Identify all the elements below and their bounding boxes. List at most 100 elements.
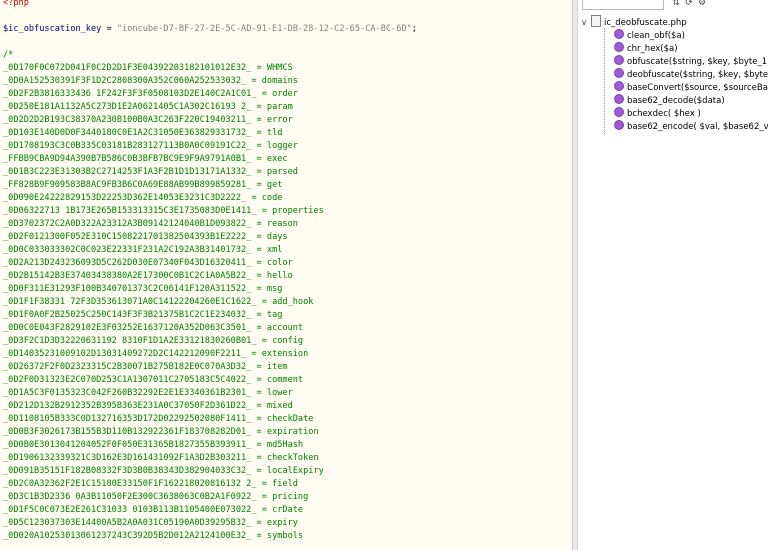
refresh-icon[interactable]: ⟳: [684, 0, 694, 8]
function-list-item[interactable]: obfuscate($string, $key, $byte_1 = 1: [614, 55, 768, 68]
function-list-item[interactable]: clean_obf($a): [614, 29, 768, 42]
root-file-label: ic_deobfuscate.php: [604, 18, 687, 28]
symbol-name: get: [266, 180, 283, 190]
symbol-hash: _0D2F2B3816333436 1F242F3F3F0508103D2E14…: [3, 89, 257, 99]
symbol-separator: =: [251, 232, 267, 242]
symbol-hash: _0D2C0A32362F2E1C15180E33150F1F162218020…: [3, 479, 257, 489]
symbol-name: checkDate: [266, 414, 314, 424]
function-list-item[interactable]: base62_decode($data): [614, 94, 768, 107]
symbol-hash: _0D091B35151F182B08332F3D3B0B38343D38290…: [3, 466, 252, 476]
chevron-down-icon[interactable]: ∨: [581, 17, 591, 30]
symbol-name: hello: [266, 271, 293, 281]
obfuscated-symbol-line: _0D5C123037303E14400A5B2A0A031C05190A0D3…: [3, 517, 298, 530]
symbol-separator: =: [251, 154, 267, 164]
key-variable: $ic_obfuscation_key: [3, 24, 102, 34]
symbol-name: tag: [266, 310, 283, 320]
obfuscated-symbol-line: _0D1F0A0F2B25025C250C143F3F3B21375B1C2C1…: [3, 309, 282, 322]
symbol-name: msg: [266, 284, 283, 294]
symbol-name: expiry: [266, 518, 298, 528]
function-list-item[interactable]: chr_hex($a): [614, 42, 768, 55]
key-equals: =: [101, 24, 117, 34]
function-label: deobfuscate($string, $key, $byte_1: [627, 70, 768, 80]
symbol-hash: _FFBB9CBA9D94A390B7B586C0B3BFB7BC9E9F9A9…: [3, 154, 252, 164]
obfuscated-symbol-line: _0D1906132339321C3D162E3D161431092F1A3D2…: [3, 452, 319, 465]
obfuscated-symbol-line: _0D1F1F38331 72F3D353613071A0C1412220426…: [3, 296, 313, 309]
obfuscated-symbol-line: _0D3F2C1D3D32220631192 8310F1D1A2E331218…: [3, 335, 303, 348]
function-icon: [614, 120, 624, 130]
obfuscated-symbol-line: _0D103E140D0D0F3440180C0E1A2C31050E36382…: [3, 127, 282, 140]
symbol-name: expiration: [266, 427, 319, 437]
function-icon: [614, 94, 624, 104]
symbol-name: crDate: [272, 505, 304, 515]
symbol-separator: =: [251, 401, 267, 411]
symbol-hash: _0D212D132B2912352B395B363E231A0C37050F2…: [3, 401, 252, 411]
sort-icon[interactable]: ⇅: [671, 0, 681, 8]
obfuscated-symbol-line: _0D14035231009102D13031409272D2C14221209…: [3, 348, 308, 361]
symbol-separator: =: [251, 271, 267, 281]
function-search-input[interactable]: [582, 0, 664, 10]
symbol-separator: =: [251, 128, 267, 138]
function-icon: [614, 68, 624, 78]
symbol-separator: =: [251, 141, 267, 151]
symbol-hash: _0D2F0D31323E2C070D253C1A1307011C2705183…: [3, 375, 252, 385]
function-label: baseConvert($source, $sourceBase,: [627, 83, 768, 93]
obfuscated-symbol-line: _0D020A10253013061237243C392D5B2D012A212…: [3, 530, 303, 543]
symbol-hash: _0D0F311E31293F100B340701373C2C06141F120…: [3, 284, 252, 294]
symbol-name: extension: [261, 349, 309, 359]
obfuscated-symbol-line: _0D212D132B2912352B395B363E231A0C37050F2…: [3, 400, 293, 413]
obfuscated-symbol-line: _0D26372F2F0D2323315C2B30071B275B182E0C0…: [3, 361, 288, 374]
obfuscated-symbol-line: _0D1108105B333C0D132716353D172D022925020…: [3, 413, 313, 426]
obfuscated-symbol-line: _0D1708193C3C0B335C03181B283127113B0A0C0…: [3, 140, 298, 153]
function-icon: [614, 81, 624, 91]
function-label: clean_obf($a): [627, 31, 685, 41]
settings-gear-icon[interactable]: ⚙: [697, 0, 707, 8]
symbol-hash: _0D020A10253013061237243C392D5B2D012A212…: [3, 531, 252, 541]
obfuscated-symbol-line: _FFBB9CBA9D94A390B7B586C0B3BFB7BC9E9F9A9…: [3, 153, 288, 166]
symbol-hash: _0D14035231009102D13031409272D2C14221209…: [3, 349, 247, 359]
obfuscated-symbol-line: _0D090E24222829153D22253D362E14053E3231C…: [3, 192, 282, 205]
function-list-item[interactable]: baseConvert($source, $sourceBase,: [614, 81, 768, 94]
symbol-separator: =: [251, 453, 267, 463]
symbol-name: checkToken: [266, 453, 319, 463]
symbol-separator: =: [251, 466, 267, 476]
function-icon: [614, 42, 624, 52]
symbol-separator: =: [251, 375, 267, 385]
symbol-separator: =: [251, 362, 267, 372]
function-icon: [614, 107, 624, 117]
obfuscated-symbol-line: _0D2B15142B3E37403438380A2E17300C0B1C2C1…: [3, 270, 293, 283]
symbol-name: days: [266, 232, 288, 242]
symbol-separator: =: [251, 167, 267, 177]
symbol-separator: =: [256, 206, 273, 216]
symbol-separator: =: [251, 518, 267, 528]
function-list-item[interactable]: bchexdec( $hex ): [614, 107, 768, 120]
symbol-hash: _0D1B3C223E31303B2C2714253F1A3F2B1D1D131…: [3, 167, 252, 177]
obfuscated-symbol-line: _0D3702372C2A0D322A23312A3B09142124040B1…: [3, 218, 298, 231]
symbol-separator: =: [246, 76, 262, 86]
symbol-hash: _0D090E24222829153D22253D362E14053E3231C…: [3, 193, 247, 203]
php-file-icon: [591, 15, 601, 27]
php-open-tag: <?php: [3, 0, 29, 8]
obfuscated-symbol-line: _0D2A213D243236093D5C262D030E07340F043D1…: [3, 257, 293, 270]
symbol-name: reason: [266, 219, 298, 229]
symbol-hash: _0D3702372C2A0D322A23312A3B09142124040B1…: [3, 219, 252, 229]
function-list-item[interactable]: base62_encode( $val, $base62_vals: [614, 120, 768, 133]
symbol-name: param: [266, 102, 293, 112]
symbol-separator: =: [256, 297, 273, 307]
obfuscated-symbol-line: _0D0B3F3026173B155B3D110B132922361F18370…: [3, 426, 319, 439]
obfuscation-key-line: $ic_obfuscation_key = "ioncube-D7-BF-27-…: [3, 23, 417, 36]
symbol-name: order: [272, 89, 298, 99]
function-label: chr_hex($a): [627, 44, 678, 54]
symbol-separator: =: [251, 284, 267, 294]
code-editor[interactable]: <?php $ic_obfuscation_key = "ioncube-D7-…: [0, 0, 572, 550]
symbol-separator: =: [251, 180, 267, 190]
function-list-item[interactable]: deobfuscate($string, $key, $byte_1: [614, 68, 768, 81]
symbol-hash: _0D2F0121300F052E310C1508221701382504393…: [3, 232, 252, 242]
key-semicolon: ;: [411, 24, 417, 34]
symbol-separator: =: [246, 349, 262, 359]
symbol-separator: =: [251, 102, 267, 112]
obfuscated-symbol-line: _FF828B9F909583B8AC9FB3B6C0A69E88AB99B89…: [3, 179, 282, 192]
symbol-hash: _0D0B3F3026173B155B3D110B132922361F18370…: [3, 427, 252, 437]
obfuscated-symbol-line: _0D170F0C072D041F0C2D2D1F3E0439220318210…: [3, 62, 293, 75]
symbol-separator: =: [251, 310, 267, 320]
tree-root-file[interactable]: ∨ ic_deobfuscate.php: [581, 15, 687, 28]
